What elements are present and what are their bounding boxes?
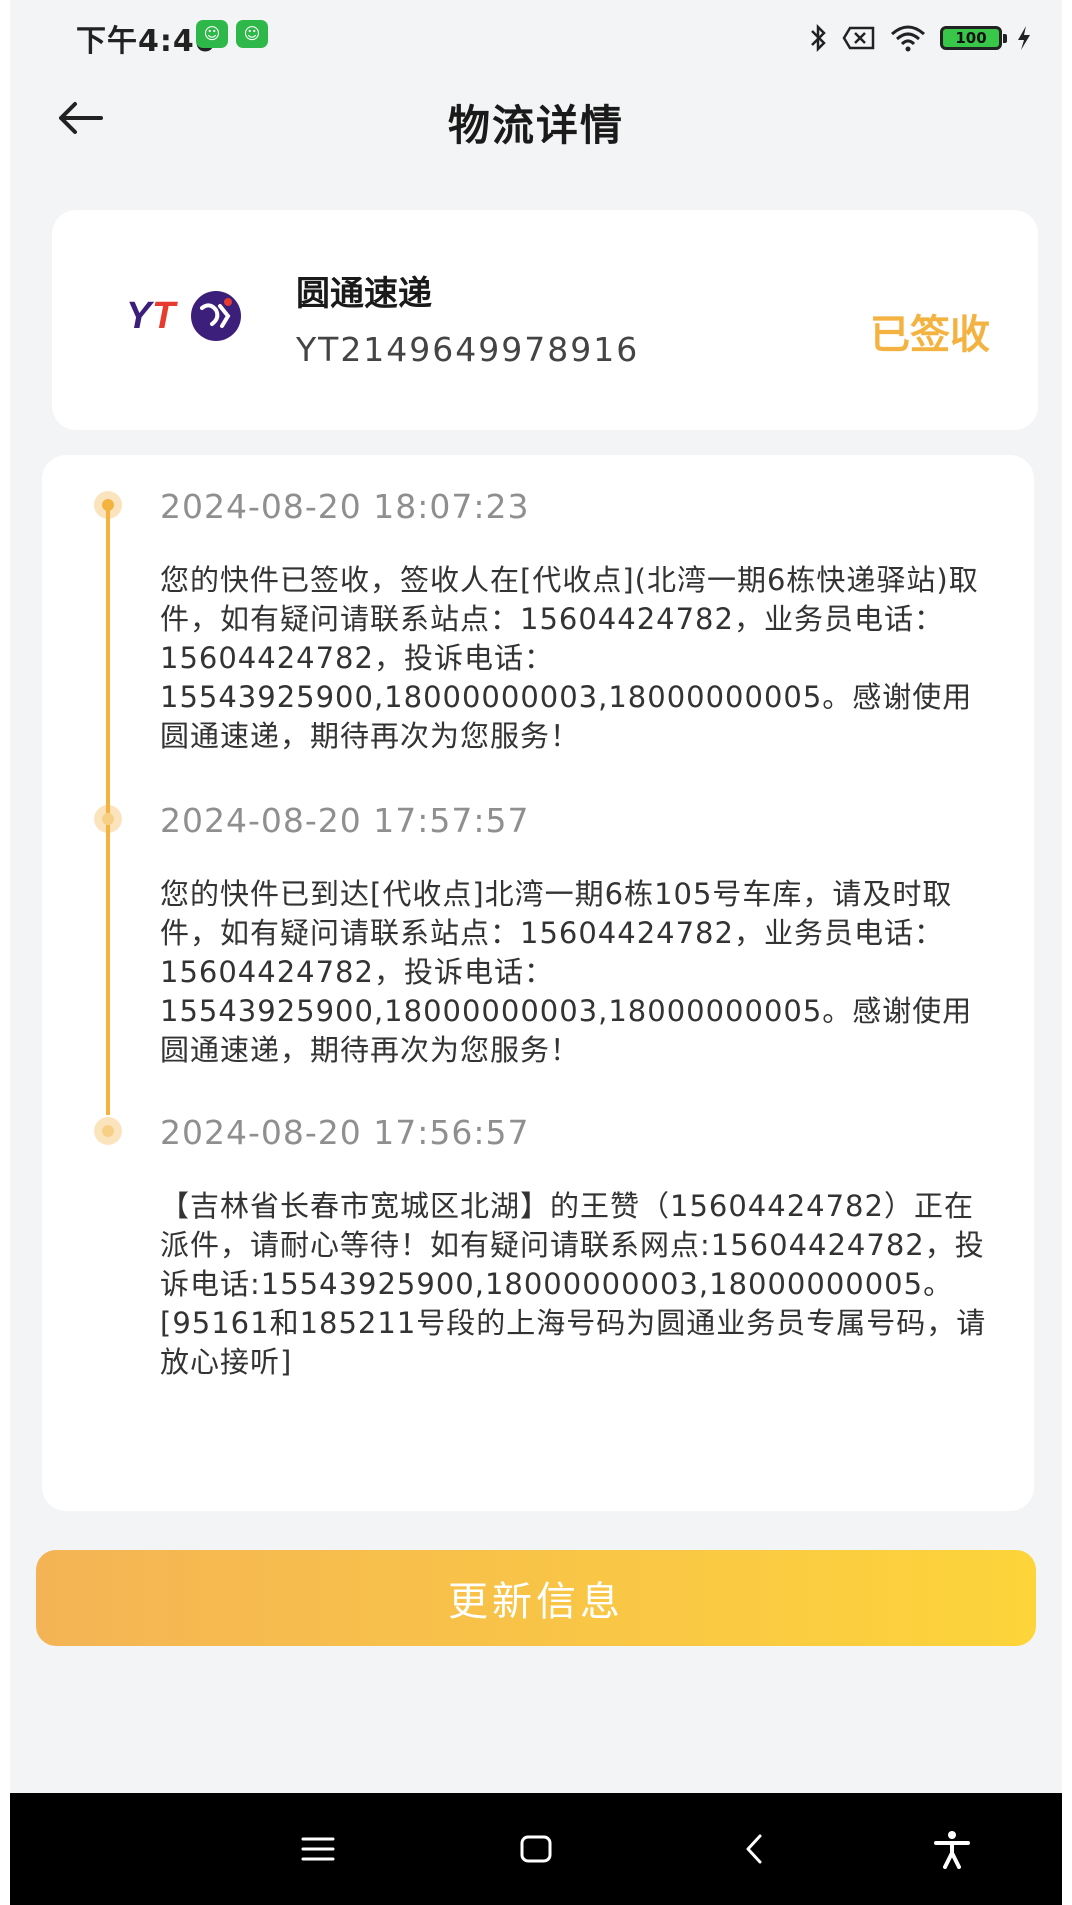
nav-back-button[interactable] <box>724 1821 784 1877</box>
timeline-description: 您的快件已到达[代收点]北湾一期6栋105号车库，请及时取件，如有疑问请联系站点… <box>160 877 973 1067</box>
carrier-card: Y T 圆通速递 YT2149649978916 已签收 <box>52 210 1038 430</box>
timeline-time: 2024-08-20 17:57:57 <box>160 801 530 840</box>
home-button[interactable] <box>506 1821 566 1877</box>
timeline-card: 2024-08-20 18:07:23 您的快件已签收，签收人在[代收点](北湾… <box>42 455 1034 1511</box>
sim-card-off-icon <box>842 26 875 50</box>
svg-text:Y: Y <box>126 295 155 337</box>
timeline-description: 【吉林省长春市宽城区北湖】的王赞（15604424782）正在派件，请耐心等待！… <box>160 1189 987 1379</box>
menu-icon <box>301 1837 335 1861</box>
timeline-dot-icon <box>94 491 122 519</box>
home-square-icon <box>520 1835 552 1863</box>
tracking-number: YT2149649978916 <box>296 330 640 369</box>
bluetooth-icon <box>811 23 826 53</box>
app-notification-icon: ☺ <box>196 20 228 48</box>
accessibility-button[interactable] <box>922 1821 982 1877</box>
update-info-button[interactable]: 更新信息 <box>36 1550 1036 1646</box>
timeline-description: 您的快件已签收，签收人在[代收点](北湾一期6栋快递驿站)取件，如有疑问请联系站… <box>160 563 979 753</box>
page-title: 物流详情 <box>447 101 624 150</box>
wifi-icon <box>891 25 925 52</box>
status-icons: 100 <box>808 22 1032 54</box>
page: 下午4:40 ☺ ☺ 100 物流详情 Y T 圆通速递 YT214964997… <box>0 0 1072 1905</box>
menu-button[interactable] <box>288 1821 348 1877</box>
phone-screen: 下午4:40 ☺ ☺ 100 物流详情 Y T 圆通速递 YT214964997… <box>10 0 1062 1905</box>
app-notification-icon: ☺ <box>236 20 268 48</box>
timeline-dot-icon <box>94 805 122 833</box>
svg-text:T: T <box>152 295 178 337</box>
status-bar: 下午4:40 ☺ ☺ 100 <box>10 0 1062 70</box>
carrier-name: 圆通速递 <box>296 274 432 314</box>
timeline-time: 2024-08-20 17:56:57 <box>160 1113 530 1152</box>
header: 物流详情 <box>10 80 1062 160</box>
battery-icon: 100 <box>940 26 1007 50</box>
timeline-time: 2024-08-20 18:07:23 <box>160 487 530 526</box>
timeline-dot-icon <box>94 1117 122 1145</box>
accessibility-icon <box>934 1831 970 1869</box>
delivery-status-badge: 已签收 <box>870 312 990 358</box>
charging-icon <box>1018 26 1030 50</box>
yto-logo-icon: Y T <box>126 291 241 341</box>
chevron-left-icon <box>746 1834 762 1864</box>
system-nav-bar <box>10 1793 1062 1905</box>
